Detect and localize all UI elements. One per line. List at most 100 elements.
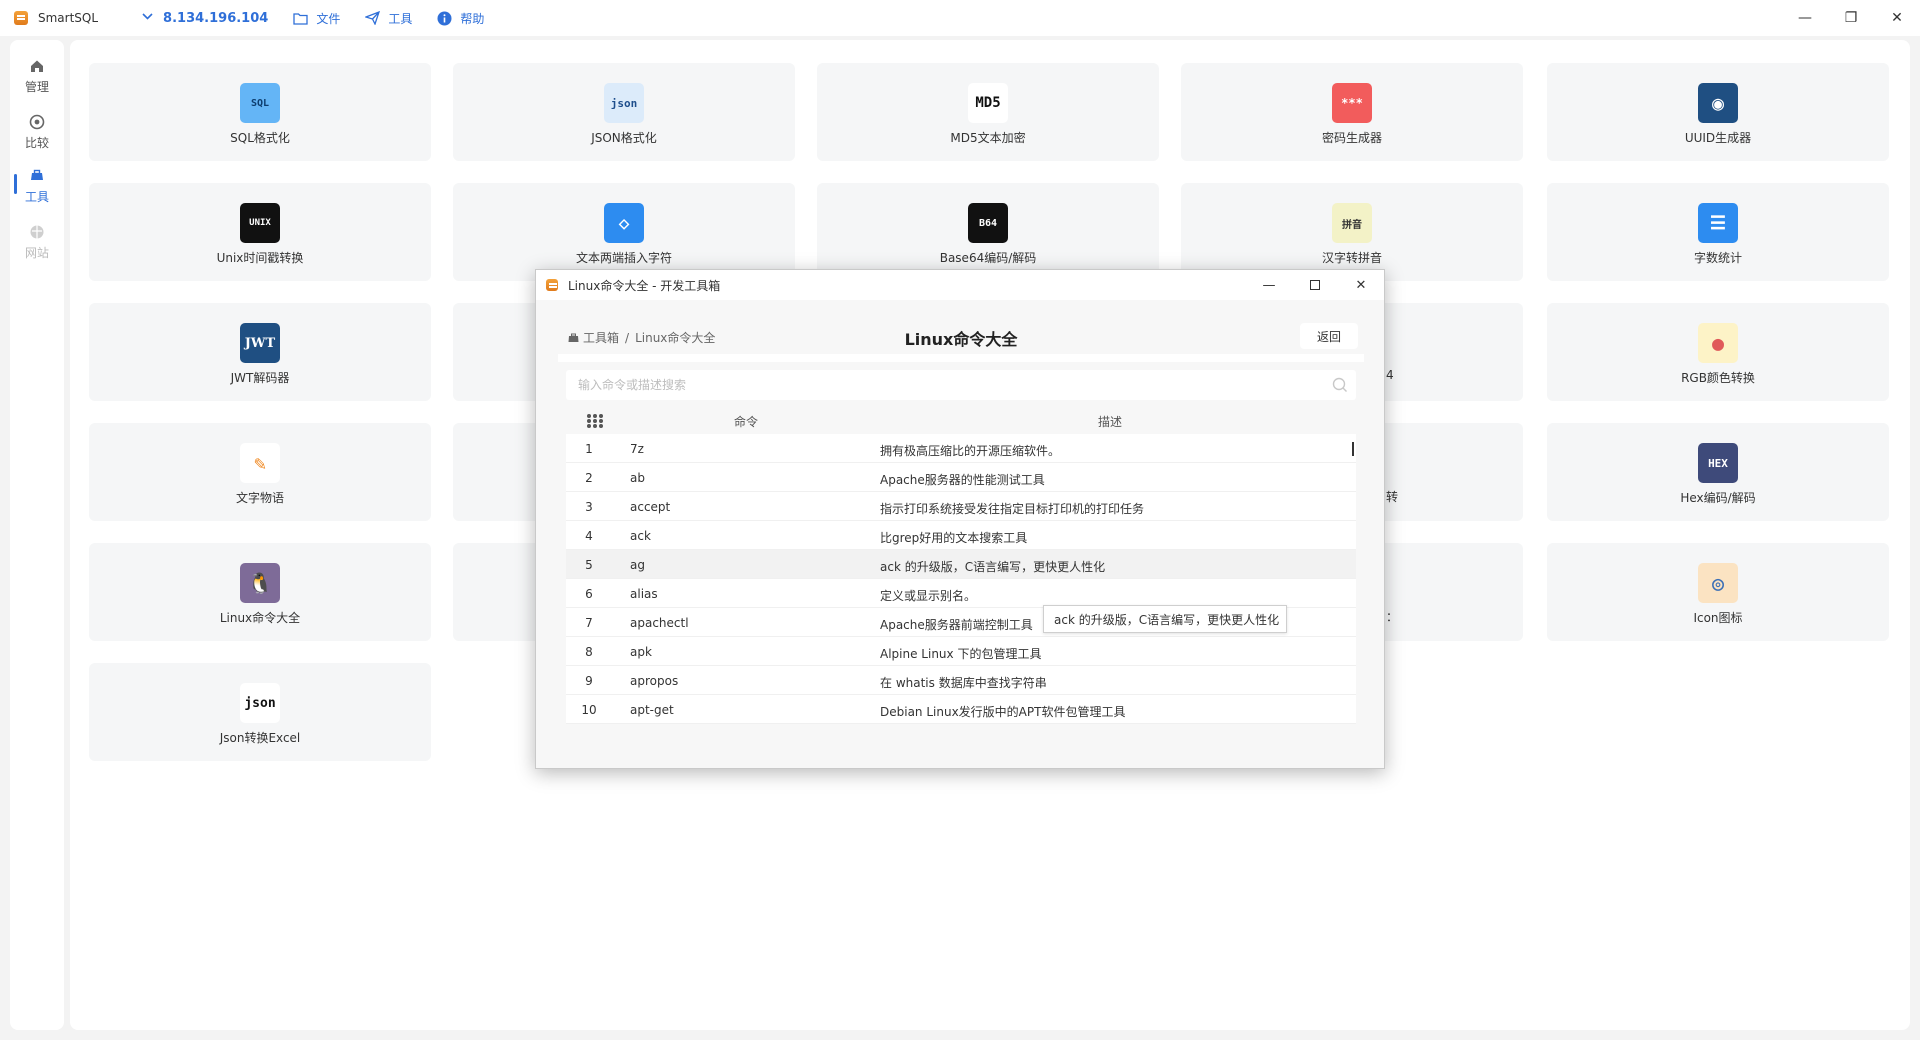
row-index: 4	[585, 529, 593, 543]
table-row[interactable]: 3 accept 指示打印系统接受发往指定目标打印机的打印任务	[566, 492, 1356, 521]
tool-tile-pinyin[interactable]: 拼音 汉字转拼音	[1181, 183, 1523, 281]
tool-tile-label: UUID生成器	[1684, 131, 1752, 145]
table-row[interactable]: 9 apropos 在 whatis 数据库中查找字符串	[566, 666, 1356, 695]
icon-library-icon: ◎	[1698, 563, 1738, 603]
tool-tile-base64[interactable]: B64 Base64编码/解码	[817, 183, 1159, 281]
table-row[interactable]: 6 alias 定义或显示别名。	[566, 579, 1356, 608]
row-description: 在 whatis 数据库中查找字符串	[880, 676, 1047, 690]
row-index: 3	[585, 500, 593, 514]
tool-tile-label: Base64编码/解码	[939, 251, 1037, 265]
peek-fragment: 转	[1386, 490, 1399, 504]
menu-help[interactable]: 帮助	[436, 10, 484, 27]
row-index: 6	[585, 587, 593, 601]
column-header-description[interactable]: 描述	[1098, 413, 1122, 430]
rail-item-label: 工具	[24, 190, 49, 204]
tool-tile-hex[interactable]: HEX Hex编码/解码	[1547, 423, 1889, 521]
back-button[interactable]: 返回	[1300, 323, 1358, 349]
tool-tile-unix-timestamp[interactable]: UNIX Unix时间戳转换	[89, 183, 431, 281]
side-rail: 管理 比较 工具 网站	[10, 40, 64, 1030]
tool-tile-label: Unix时间戳转换	[216, 251, 304, 265]
grid-icon[interactable]	[586, 413, 604, 432]
search-input[interactable]	[566, 370, 1356, 400]
restore-button[interactable]: ❐	[1828, 0, 1874, 36]
uuid-icon: ◉	[1698, 83, 1738, 123]
minimize-button[interactable]: —	[1782, 0, 1828, 36]
tool-tile-label: MD5文本加密	[950, 131, 1026, 145]
rail-item-label: 比较	[24, 136, 49, 150]
row-index: 9	[585, 674, 593, 688]
tool-tile-icon-library[interactable]: ◎ Icon图标	[1547, 543, 1889, 641]
close-button[interactable]: ✕	[1874, 0, 1920, 36]
rail-item-compare[interactable]: 比较	[10, 114, 64, 151]
peek-fragment: ：	[1386, 610, 1399, 624]
search-icon[interactable]	[1332, 377, 1348, 396]
row-index: 8	[585, 645, 593, 659]
connection-selector[interactable]: 8.134.196.104	[142, 11, 268, 26]
password-generator-icon: ***	[1332, 83, 1372, 123]
pinyin-icon: 拼音	[1332, 203, 1372, 243]
row-description: ack 的升级版，C语言编写，更快更人性化	[880, 560, 1106, 574]
row-command: ab	[630, 471, 645, 485]
rail-item-manage[interactable]: 管理	[10, 58, 64, 95]
dialog-maximize-button[interactable]	[1292, 270, 1338, 300]
row-description: 拥有极高压缩比的开源压缩软件。	[880, 444, 1061, 458]
base64-icon: B64	[968, 203, 1008, 243]
table-row[interactable]: 4 ack 比grep好用的文本搜索工具	[566, 521, 1356, 550]
row-index: 10	[581, 703, 597, 717]
menu-file[interactable]: 文件	[292, 10, 340, 27]
send-icon	[364, 10, 380, 26]
dialog-close-button[interactable]: ✕	[1338, 270, 1384, 300]
tool-tile-text-story[interactable]: ✎ 文字物语	[89, 423, 431, 521]
tool-tile-jwt[interactable]: JWT JWT解码器	[89, 303, 431, 401]
dialog-minimize-button[interactable]: —	[1246, 270, 1292, 300]
dialog-header: 工具箱 / Linux命令大全 Linux命令大全 返回	[558, 318, 1364, 354]
tool-tile-label: Linux命令大全	[219, 611, 301, 625]
word-count-icon: ☰	[1698, 203, 1738, 243]
tool-tile-sql-format[interactable]: SQL SQL格式化	[89, 63, 431, 161]
jwt-icon: JWT	[240, 323, 280, 363]
row-index: 2	[585, 471, 593, 485]
rail-item-label: 管理	[24, 80, 49, 94]
row-command: ag	[630, 558, 645, 572]
tool-tile-word-count[interactable]: ☰ 字数统计	[1547, 183, 1889, 281]
tool-tile-text-wrap[interactable]: ◇ 文本两端插入字符	[453, 183, 795, 281]
row-command: alias	[630, 587, 658, 601]
tool-tile-rgb[interactable]: ● RGB颜色转换	[1547, 303, 1889, 401]
table-row[interactable]: 1 7z 拥有极高压缩比的开源压缩软件。	[566, 434, 1356, 463]
restore-icon: ❐	[1844, 10, 1858, 26]
tool-tile-json-to-excel[interactable]: json Json转换Excel	[89, 663, 431, 761]
rail-item-tools[interactable]: 工具	[10, 168, 64, 205]
minimize-icon: —	[1798, 10, 1812, 26]
column-header-command[interactable]: 命令	[734, 413, 758, 430]
tool-tile-label: 汉字转拼音	[1321, 251, 1382, 265]
row-command: 7z	[630, 442, 644, 456]
row-description: Apache服务器前端控制工具	[880, 618, 1033, 632]
tool-tile-linux-commands[interactable]: 🐧 Linux命令大全	[89, 543, 431, 641]
close-icon: ✕	[1891, 10, 1903, 26]
menu-tools[interactable]: 工具	[364, 10, 412, 27]
tool-tile-uuid[interactable]: ◉ UUID生成器	[1547, 63, 1889, 161]
rail-item-website: 网站	[10, 224, 64, 261]
linux-commands-dialog: Linux命令大全 - 开发工具箱 — ✕ 工具箱 / Linux命令大全 Li…	[535, 269, 1385, 769]
tool-tile-label: Icon图标	[1693, 611, 1743, 625]
tool-tile-password-generator[interactable]: *** 密码生成器	[1181, 63, 1523, 161]
chevron-down-icon	[142, 11, 153, 25]
menu-file-label: 文件	[316, 11, 341, 26]
close-icon: ✕	[1355, 277, 1367, 293]
rail-item-label: 网站	[24, 246, 49, 260]
tool-tile-label: RGB颜色转换	[1681, 371, 1755, 385]
table-row[interactable]: 2 ab Apache服务器的性能测试工具	[566, 463, 1356, 492]
table-row-hovered[interactable]: 5 ag ack 的升级版，C语言编写，更快更人性化	[566, 550, 1356, 579]
table-scrollbar[interactable]	[1352, 442, 1354, 456]
tool-tile-md5[interactable]: MD5 MD5文本加密	[817, 63, 1159, 161]
globe-icon	[29, 224, 45, 240]
tool-tile-json-format[interactable]: json JSON格式化	[453, 63, 795, 161]
table-row[interactable]: 8 apk Alpine Linux 下的包管理工具	[566, 637, 1356, 666]
table-row[interactable]: 10 apt-get Debian Linux发行版中的APT软件包管理工具	[566, 695, 1356, 724]
sql-format-icon: SQL	[240, 83, 280, 123]
table-header: 命令 描述	[566, 406, 1356, 434]
palette-icon: ●	[1698, 323, 1738, 363]
text-story-icon: ✎	[240, 443, 280, 483]
row-index: 7	[585, 616, 593, 630]
row-command: apropos	[630, 674, 679, 688]
